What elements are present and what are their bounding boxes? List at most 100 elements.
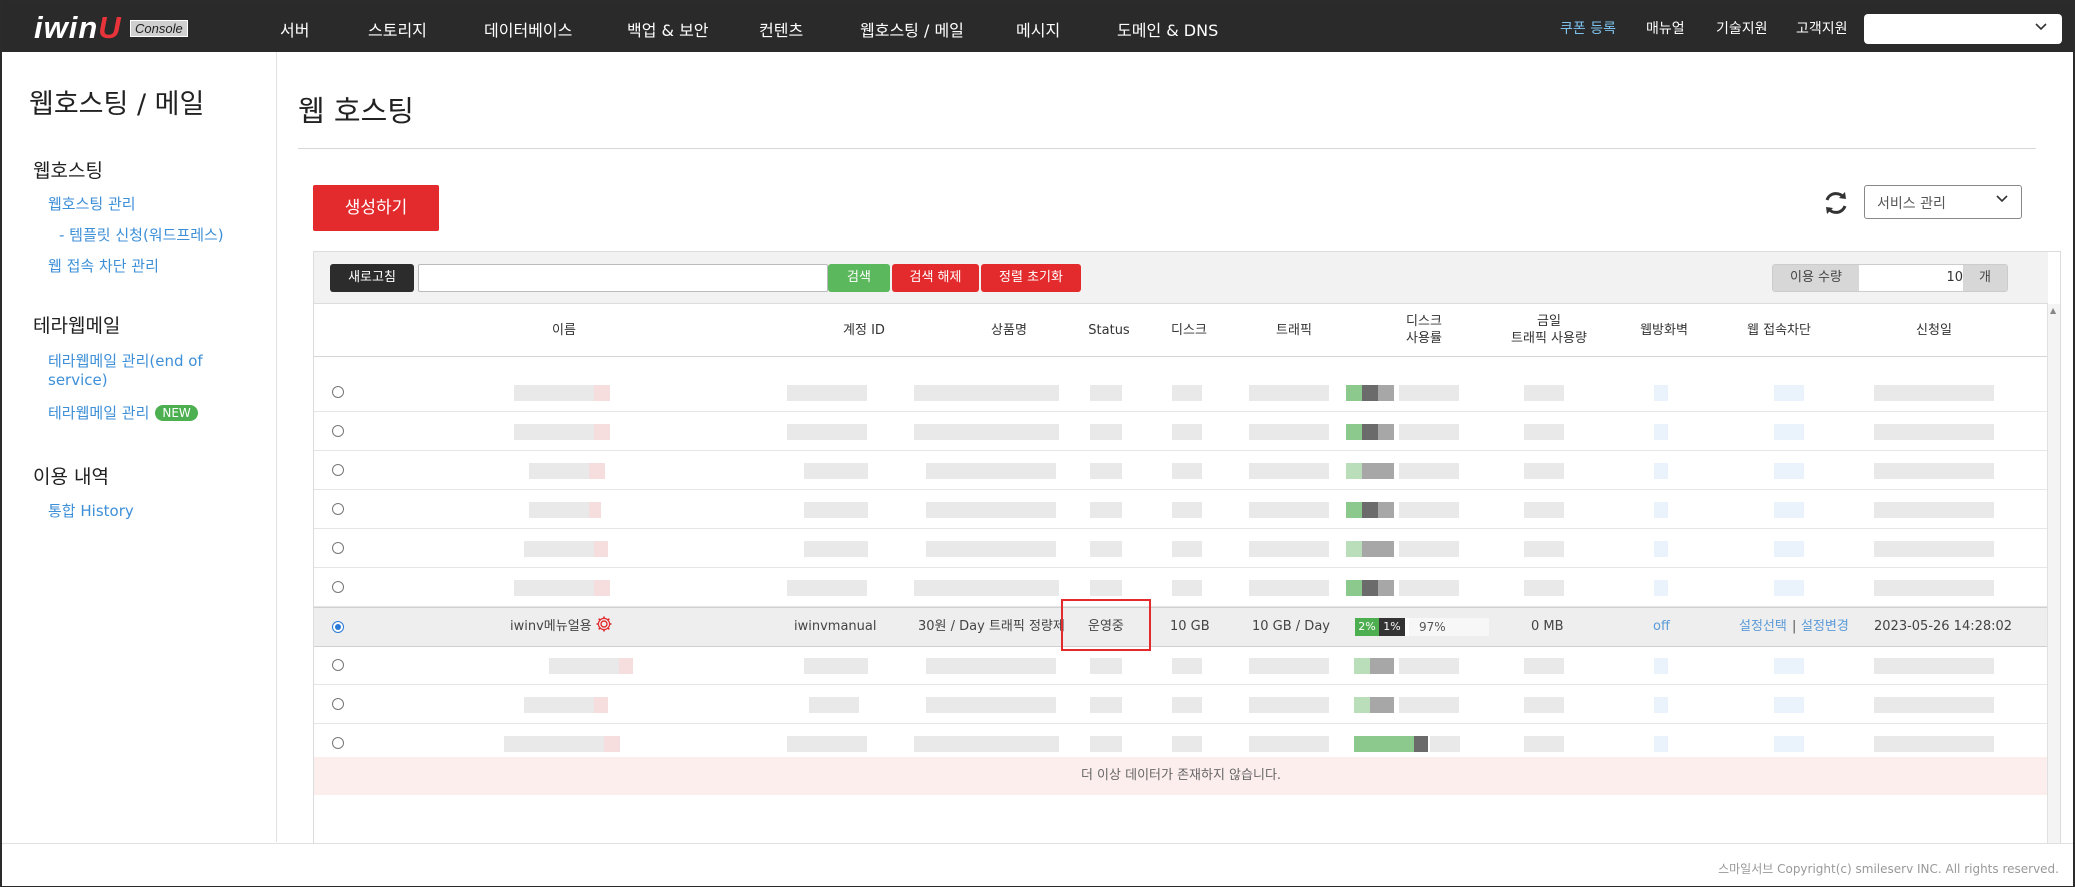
refresh-button[interactable]: 새로고침 xyxy=(330,264,414,292)
sidebar-section-history: 이용 내역 xyxy=(33,466,109,488)
reset-sort-button[interactable]: 정렬 초기화 xyxy=(981,264,1081,292)
redacted-cell xyxy=(1090,736,1122,752)
nav-item-server[interactable]: 서버 xyxy=(280,17,309,41)
table-row[interactable] xyxy=(314,451,2048,490)
block-change-link[interactable]: 설정변경 xyxy=(1801,608,1849,646)
redacted-cell xyxy=(1249,697,1329,713)
row-radio[interactable] xyxy=(332,542,344,554)
console-tag: Console xyxy=(130,20,188,37)
redacted-cell xyxy=(1654,697,1668,713)
row-radio-selected[interactable] xyxy=(332,621,344,633)
refresh-icon[interactable] xyxy=(1822,189,1850,217)
sidebar-item-template-request[interactable]: - 템플릿 신청(워드프레스) xyxy=(59,224,224,245)
table-scrollbar[interactable]: ▲ xyxy=(2047,304,2060,844)
create-button[interactable]: 생성하기 xyxy=(313,185,439,231)
nav-item-contents[interactable]: 컨텐츠 xyxy=(759,17,803,41)
col-date[interactable]: 신청일 xyxy=(1854,304,2014,356)
row-radio[interactable] xyxy=(332,425,344,437)
redacted-cell xyxy=(594,424,610,440)
sidebar-item-webhosting-manage[interactable]: 웹호스팅 관리 xyxy=(48,193,136,214)
table-row-selected[interactable]: iwinv메뉴얼용 iwinvmanual 30원 / Day 트래픽 정량제 … xyxy=(314,599,2048,651)
redacted-cell xyxy=(594,385,610,401)
col-disk-usage[interactable]: 디스크 사용률 xyxy=(1364,304,1484,356)
logo[interactable]: iwinU xyxy=(34,10,122,46)
nav-item-message[interactable]: 메시지 xyxy=(1016,17,1060,41)
nav-item-database[interactable]: 데이터베이스 xyxy=(484,17,572,41)
redacted-cell xyxy=(1172,385,1202,401)
table-row[interactable] xyxy=(314,685,2048,724)
row-date: 2023-05-26 14:28:02 xyxy=(1874,619,2013,634)
service-manage-select-value: 서비스 관리 xyxy=(1877,196,1946,212)
new-badge: NEW xyxy=(155,405,198,421)
row-name[interactable]: iwinv메뉴얼용 xyxy=(510,608,613,646)
table-row[interactable] xyxy=(314,529,2048,568)
row-radio[interactable] xyxy=(332,386,344,398)
service-manage-select[interactable]: 서비스 관리 xyxy=(1864,185,2022,219)
row-radio[interactable] xyxy=(332,581,344,593)
redacted-cell xyxy=(1346,502,1362,518)
scroll-up-icon[interactable]: ▲ xyxy=(2050,306,2056,315)
sidebar-section-terawebmail: 테라웹메일 xyxy=(33,315,121,337)
nav-item-backup[interactable]: 백업 & 보안 xyxy=(627,17,709,41)
sidebar-section-webhosting: 웹호스팅 xyxy=(33,160,103,182)
redacted-cell xyxy=(1362,502,1378,518)
row-radio[interactable] xyxy=(332,464,344,476)
coupon-link[interactable]: 쿠폰 등록 xyxy=(1560,18,1616,38)
quantity-input[interactable]: 10 xyxy=(1859,265,1963,291)
col-name[interactable]: 이름 xyxy=(374,304,754,356)
no-more-data-message: 더 이상 데이터가 존재하지 않습니다. xyxy=(314,757,2048,795)
table-row[interactable] xyxy=(314,646,2048,685)
redacted-cell xyxy=(1346,463,1362,479)
nav-item-webhosting[interactable]: 웹호스팅 / 메일 xyxy=(860,17,964,41)
block-select-link[interactable]: 설정선택 xyxy=(1739,608,1787,646)
redacted-cell xyxy=(589,463,605,479)
table-row[interactable] xyxy=(314,490,2048,529)
redacted-cell xyxy=(1362,424,1378,440)
redacted-cell xyxy=(787,424,867,440)
col-access-block[interactable]: 웹 접속차단 xyxy=(1714,304,1844,356)
redacted-cell xyxy=(1090,463,1122,479)
redacted-cell xyxy=(1524,580,1564,596)
table-row[interactable] xyxy=(314,373,2048,412)
search-input[interactable] xyxy=(418,264,828,292)
sidebar-item-history[interactable]: 통합 History xyxy=(48,500,134,521)
search-button[interactable]: 검색 xyxy=(828,264,890,292)
nav-item-storage[interactable]: 스토리지 xyxy=(368,17,427,41)
clear-search-button[interactable]: 검색 해제 xyxy=(892,264,979,292)
redacted-cell xyxy=(1362,580,1378,596)
customer-support-link[interactable]: 고객지원 xyxy=(1796,18,1848,38)
sidebar-item-terawebmail-eos[interactable]: 테라웹메일 관리(end of xyxy=(48,350,203,371)
row-radio[interactable] xyxy=(332,659,344,671)
redacted-cell xyxy=(1354,736,1414,752)
manual-link[interactable]: 매뉴얼 xyxy=(1646,18,1685,38)
redacted-cell xyxy=(1399,541,1459,557)
account-select[interactable] xyxy=(1864,14,2062,44)
col-traffic[interactable]: 트래픽 xyxy=(1234,304,1354,356)
row-firewall-toggle[interactable]: off xyxy=(1653,608,1670,646)
redacted-cell xyxy=(926,697,1056,713)
col-today-traffic[interactable]: 금일 트래픽 사용량 xyxy=(1484,304,1614,356)
tech-support-link[interactable]: 기술지원 xyxy=(1716,18,1768,38)
redacted-cell xyxy=(524,541,594,557)
table-row[interactable] xyxy=(314,412,2048,451)
usage-segment-c: 97% xyxy=(1409,618,1489,636)
redacted-cell xyxy=(1090,697,1122,713)
redacted-cell xyxy=(1774,658,1804,674)
sidebar-item-terawebmail-manage[interactable]: 테라웹메일 관리 NEW xyxy=(48,402,198,423)
row-radio[interactable] xyxy=(332,503,344,515)
sidebar-item-access-block[interactable]: 웹 접속 차단 관리 xyxy=(48,255,159,276)
col-disk[interactable]: 디스크 xyxy=(1154,304,1224,356)
chevron-down-icon xyxy=(2034,20,2048,37)
nav-item-domain[interactable]: 도메인 & DNS xyxy=(1117,17,1218,41)
redacted-cell xyxy=(1774,502,1804,518)
sidebar-item-terawebmail-eos-cont[interactable]: service) xyxy=(48,371,108,389)
table-row[interactable] xyxy=(314,568,2048,607)
col-firewall[interactable]: 웹방화벽 xyxy=(1614,304,1714,356)
row-radio[interactable] xyxy=(332,698,344,710)
gear-icon[interactable] xyxy=(595,611,613,649)
row-radio[interactable] xyxy=(332,737,344,749)
usage-segment-b: 1% xyxy=(1379,618,1405,636)
redacted-cell xyxy=(594,697,608,713)
redacted-cell xyxy=(1378,424,1394,440)
col-status[interactable]: Status xyxy=(1064,304,1154,356)
